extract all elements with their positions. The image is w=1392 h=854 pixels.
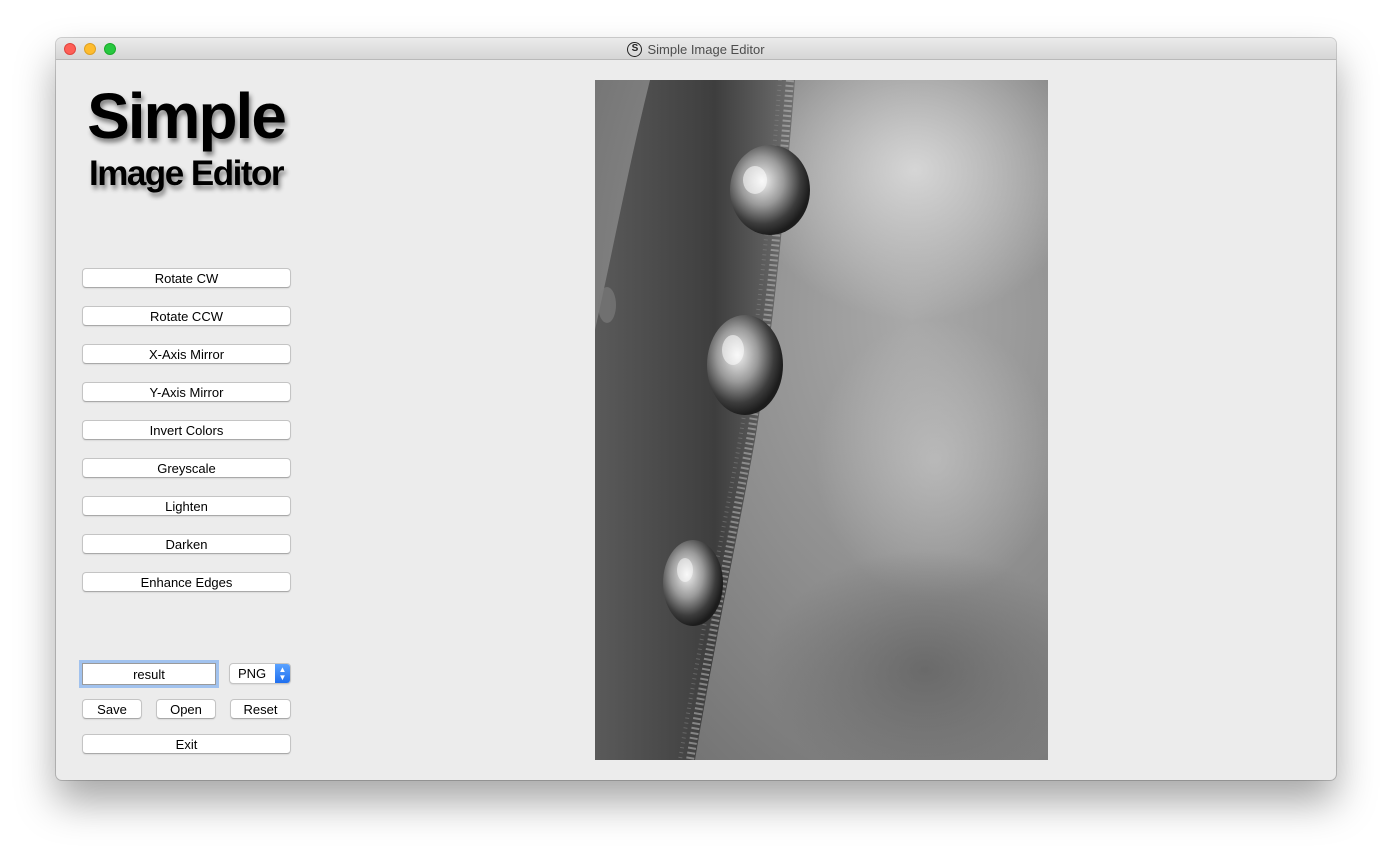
invert-colors-button[interactable]: Invert Colors — [82, 420, 291, 440]
y-axis-mirror-button[interactable]: Y-Axis Mirror — [82, 382, 291, 402]
rotate-ccw-button[interactable]: Rotate CCW — [82, 306, 291, 326]
window-title-group: S Simple Image Editor — [56, 38, 1336, 60]
format-select[interactable]: PNG ▲ ▼ — [229, 663, 291, 684]
app-window: S Simple Image Editor Simple Image Edito… — [56, 38, 1336, 780]
water-droplets-photo — [595, 80, 1048, 760]
title-bar: S Simple Image Editor — [56, 38, 1336, 60]
rotate-cw-button[interactable]: Rotate CW — [82, 268, 291, 288]
chevron-up-down-icon: ▲ ▼ — [275, 664, 290, 683]
enhance-edges-button[interactable]: Enhance Edges — [82, 572, 291, 592]
logo-title: Simple — [87, 80, 287, 152]
app-icon: S — [627, 41, 643, 57]
filename-input[interactable] — [82, 663, 216, 685]
greyscale-button[interactable]: Greyscale — [82, 458, 291, 478]
image-canvas — [595, 80, 1048, 760]
logo-subtitle: Image Editor — [89, 154, 284, 193]
format-select-value: PNG — [238, 666, 267, 681]
open-button[interactable]: Open — [156, 699, 216, 719]
window-title: Simple Image Editor — [647, 41, 765, 57]
save-button[interactable]: Save — [82, 699, 142, 719]
reset-button[interactable]: Reset — [230, 699, 291, 719]
x-axis-mirror-button[interactable]: X-Axis Mirror — [82, 344, 291, 364]
darken-button[interactable]: Darken — [82, 534, 291, 554]
exit-button[interactable]: Exit — [82, 734, 291, 754]
lighten-button[interactable]: Lighten — [82, 496, 291, 516]
